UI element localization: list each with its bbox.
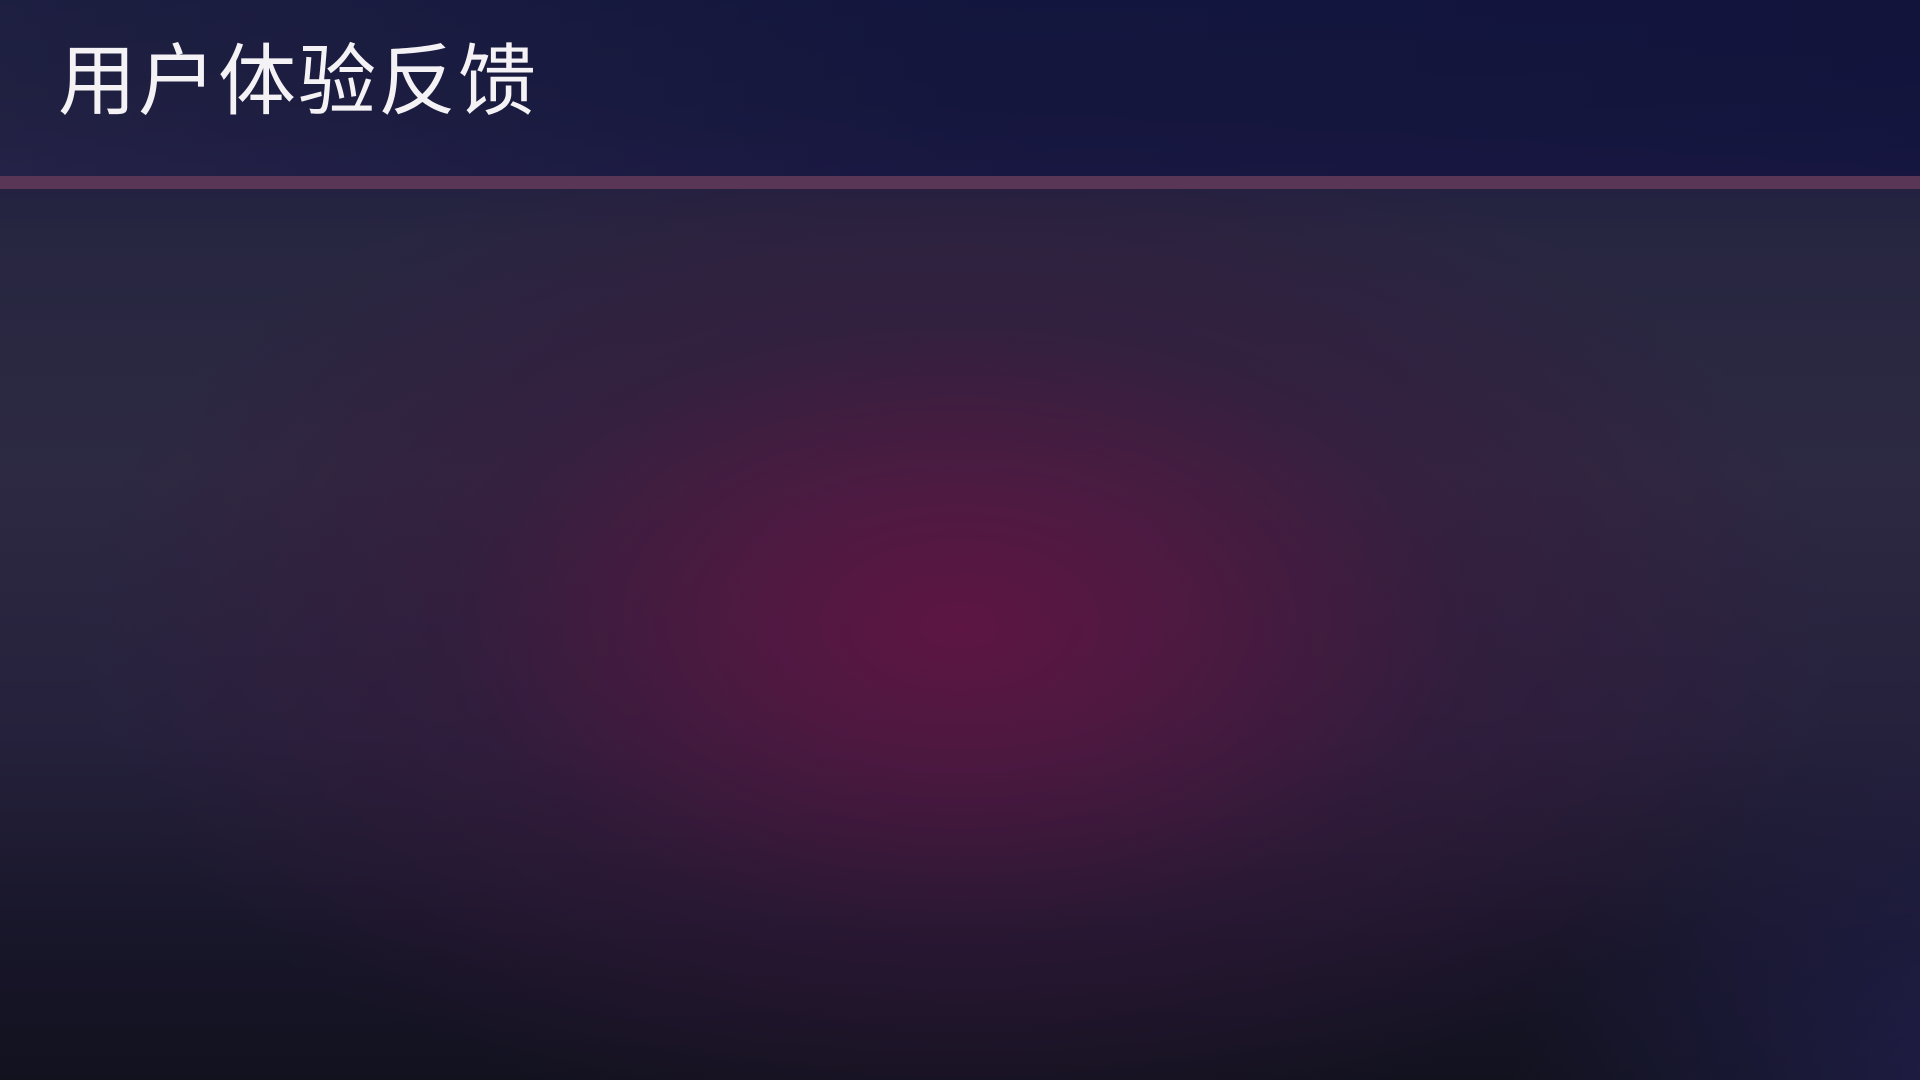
- page-title: 用户体验反馈: [58, 37, 539, 127]
- title-divider: [0, 176, 1920, 189]
- title-bar: 用户体验反馈: [0, 0, 1920, 176]
- slide-canvas: 用户体验反馈: [0, 0, 1920, 1080]
